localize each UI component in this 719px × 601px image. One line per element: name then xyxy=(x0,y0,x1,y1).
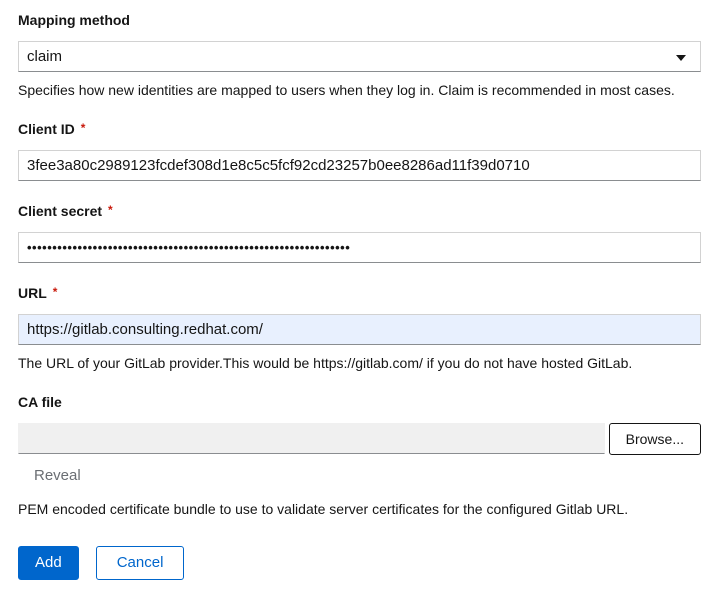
mapping-method-select[interactable]: claim xyxy=(18,41,701,72)
ca-file-group: CA file Browse... Reveal PEM encoded cer… xyxy=(18,395,701,518)
browse-button[interactable]: Browse... xyxy=(608,423,701,456)
required-asterisk: * xyxy=(80,121,86,136)
required-asterisk: * xyxy=(52,285,58,300)
client-secret-label-text: Client secret xyxy=(18,203,103,220)
required-asterisk: * xyxy=(108,203,113,218)
add-button[interactable]: Add xyxy=(18,545,79,581)
mapping-method-helper: Specifies how new identities are mapped … xyxy=(18,82,675,98)
url-label-text: URL xyxy=(18,285,47,302)
mapping-method-group: Mapping method claim Specifies how new i… xyxy=(18,13,701,99)
client-id-label-text: Client ID xyxy=(18,121,75,138)
form-actions: Add Cancel xyxy=(18,545,701,581)
client-id-group: Client ID * xyxy=(18,122,701,182)
client-id-label: Client ID * xyxy=(18,122,701,136)
ca-file-filename-input xyxy=(18,423,605,455)
cancel-button[interactable]: Cancel xyxy=(95,545,185,581)
reveal-button[interactable]: Reveal xyxy=(34,467,81,484)
ca-file-upload: Browse... xyxy=(18,423,701,456)
ca-file-label: CA file xyxy=(18,394,62,411)
caret-down-icon xyxy=(676,55,686,61)
url-label: URL * xyxy=(18,286,701,300)
mapping-method-label: Mapping method xyxy=(18,12,130,28)
mapping-method-selected-value: claim xyxy=(27,48,63,65)
client-secret-group: Client secret * xyxy=(18,204,701,264)
client-secret-input[interactable] xyxy=(18,232,701,264)
ca-file-helper: PEM encoded certificate bundle to use to… xyxy=(18,501,629,518)
client-secret-label: Client secret * xyxy=(18,204,701,218)
client-id-input[interactable] xyxy=(18,150,701,182)
url-group: URL * The URL of your GitLab provider.Thi… xyxy=(18,286,701,372)
url-helper: The URL of your GitLab provider.This wou… xyxy=(18,355,633,372)
gitlab-idp-form: Mapping method claim Specifies how new i… xyxy=(18,13,701,581)
url-input[interactable] xyxy=(18,314,701,346)
